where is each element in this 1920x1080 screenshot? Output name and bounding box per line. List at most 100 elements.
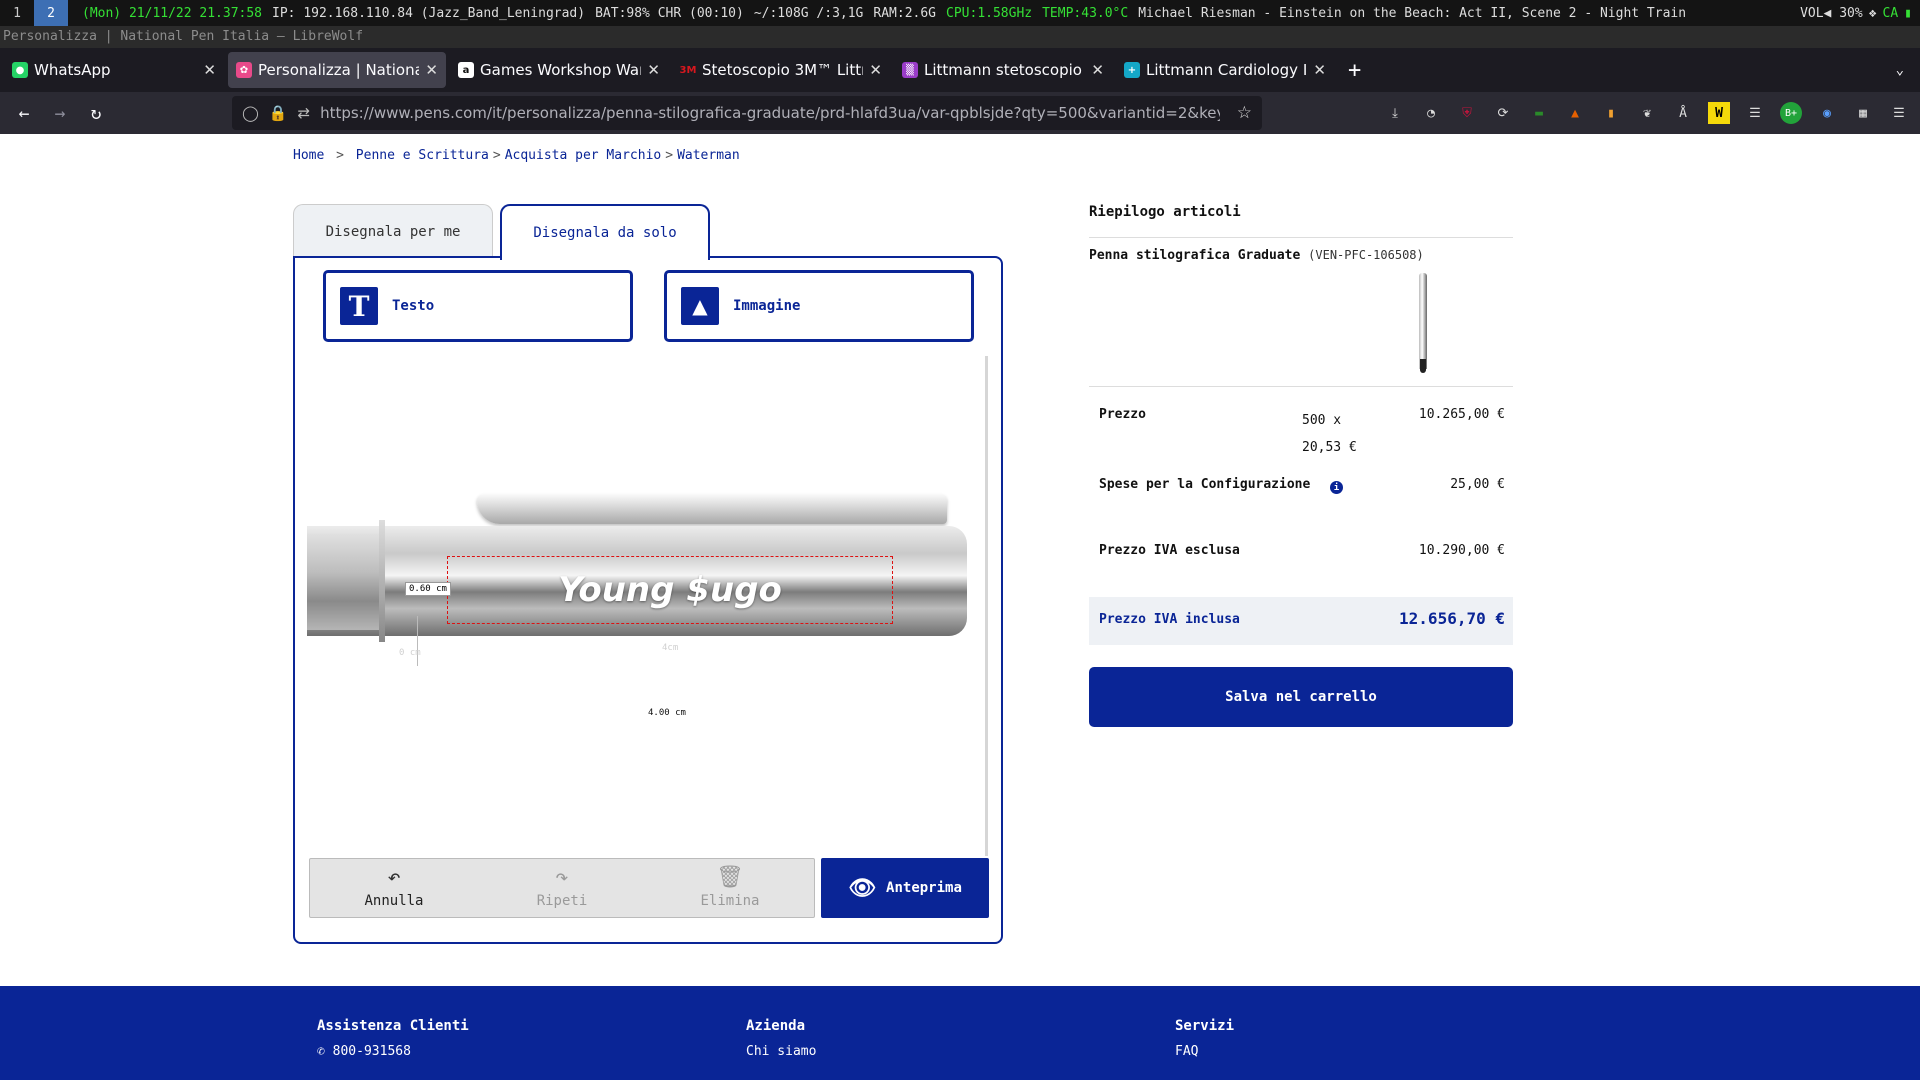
reload-icon[interactable]: ↻ [78,103,114,124]
tab-design-for-me[interactable]: Disegnala per me [293,204,493,258]
price-excl-vat-value: 10.290,00 € [1418,543,1505,558]
menu-icon[interactable]: ☰ [1888,102,1910,124]
system-status-bar: 1 2 (Mon) 21/11/22 21.37:58 IP: 192.168.… [0,0,1920,26]
dropbox-icon[interactable]: ❖ [1869,6,1877,21]
add-image-button[interactable]: ▲ Immagine [664,270,974,342]
address-bar[interactable]: ◯ 🔒 ⇄ https://www.pens.com/it/personaliz… [232,96,1262,130]
tab-title: Littmann Cardiology IV 61 [1146,61,1308,79]
undo-button[interactable]: ↶ Annulla [334,859,454,917]
ip-address: IP: 192.168.110.84 (Jazz_Band_Leningrad) [272,5,586,21]
add-text-button[interactable]: T Testo [323,270,633,342]
footer-company-title: Azienda [746,1018,806,1034]
tab-games-workshop[interactable]: a Games Workshop Warham ✕ [450,52,668,88]
redo-icon: ↷ [555,865,569,890]
extension-grid-icon[interactable]: ▦ [1852,102,1874,124]
new-tab-icon[interactable]: + [1348,58,1361,83]
footer-about-link[interactable]: Chi siamo [746,1044,816,1059]
workspace-1[interactable]: 1 [0,0,34,26]
extension-globe-icon[interactable]: ◉ [1816,102,1838,124]
bookmark-star-icon[interactable]: ☆ [1237,103,1252,123]
tab-design-yourself[interactable]: Disegnala da solo [500,204,710,260]
permissions-icon[interactable]: ⇄ [297,104,310,122]
extension-clock-icon[interactable]: ◔ [1420,102,1442,124]
tab-littmann-cardiology[interactable]: + Littmann Cardiology IV 61 ✕ [1116,52,1334,88]
tab-title: Personalizza | National Pen [258,61,420,79]
extension-green-icon[interactable]: ▬ [1528,102,1550,124]
breadcrumb-waterman[interactable]: Waterman [677,148,740,163]
ram-usage: RAM:2.6G [873,5,937,21]
quantity-unit-price: 500 x 20,53 € [1302,407,1357,461]
lock-icon[interactable]: 🔒 [269,104,288,122]
footer-faq-link[interactable]: FAQ [1175,1044,1234,1059]
product-code: (VEN-PFC-106508) [1308,248,1424,262]
preview-button[interactable]: 👁 Anteprima [821,858,989,918]
url-text[interactable]: https://www.pens.com/it/personalizza/pen… [320,104,1220,122]
add-image-label: Immagine [733,298,801,314]
chevron-right-icon: > [328,148,352,163]
product-name: Penna stilografica Graduate (VEN-PFC-106… [1089,248,1513,263]
download-icon[interactable]: ⤓ [1384,102,1406,124]
footer-phone[interactable]: ✆ 800-931568 [317,1044,469,1059]
extension-feather-icon[interactable]: ❦ [1636,102,1658,124]
keyboard-layout[interactable]: CA [1883,6,1899,21]
product-thumbnail [1089,263,1513,387]
shield-icon[interactable]: ◯ [242,104,259,122]
close-tab-icon[interactable]: ✕ [869,61,882,79]
preview-label: Anteprima [886,880,962,896]
footer-services-title: Servizi [1175,1018,1235,1034]
close-tab-icon[interactable]: ✕ [1091,61,1104,79]
back-icon[interactable]: ← [6,103,42,124]
close-tab-icon[interactable]: ✕ [647,61,660,79]
cpu-freq: CPU:1.58GHz [946,5,1033,21]
ublock-icon[interactable]: ⛨ [1456,102,1478,124]
tab-title: Games Workshop Warham [480,61,641,79]
tab-stetoscopio-3m[interactable]: 3M Stetoscopio 3M™ Littman ✕ [672,52,890,88]
extension-refresh-icon[interactable]: ⟳ [1492,102,1514,124]
littmann-icon: ▒ [902,62,918,78]
tab-whatsapp[interactable]: ● WhatsApp ✕ [4,52,224,88]
extension-fox-icon[interactable]: ▲ [1564,102,1586,124]
pen-thumbnail-body [1419,273,1427,369]
temperature: TEMP:43.0°C [1042,5,1129,21]
now-playing: Michael Riesman - Einstein on the Beach:… [1138,5,1687,21]
redo-button[interactable]: ↷ Ripeti [502,859,622,917]
price-excl-vat-row: Prezzo IVA esclusa 10.290,00 € [1089,543,1513,597]
imprint-text[interactable]: Young $ugo [558,570,782,610]
footer-customer-service: Assistenza Clienti ✆ 800-931568 [317,1018,469,1059]
pen-preview-canvas[interactable]: Young $ugo 0.60 cm 0 cm 4cm 4.00 cm [307,356,985,856]
breadcrumb-marchio[interactable]: Acquista per Marchio [505,148,662,163]
tab-personalizza[interactable]: ✿ Personalizza | National Pen ✕ [228,52,446,88]
close-tab-icon[interactable]: ✕ [1313,61,1326,79]
extension-a-icon[interactable]: Å [1672,102,1694,124]
list-all-tabs-icon[interactable]: ⌄ [1896,62,1904,78]
window-title: Personalizza | National Pen Italia — Lib… [0,26,1920,48]
workspace-2[interactable]: 2 [34,0,68,26]
edit-toolbar: ↶ Annulla ↷ Ripeti 🗑 Elimina [309,858,815,918]
volume[interactable]: VOL◀ 30% [1800,6,1863,21]
close-tab-icon[interactable]: ✕ [203,61,216,79]
extension-bottle-icon[interactable]: ▮ [1600,102,1622,124]
pen-end-image [307,534,381,630]
save-to-cart-button[interactable]: Salva nel carrello [1089,667,1513,727]
forward-icon[interactable]: → [42,103,78,124]
navigation-bar: ← → ↻ ◯ 🔒 ⇄ https://www.pens.com/it/pers… [0,92,1920,134]
setup-fee-row: Spese per la Configurazione i 25,00 € [1089,477,1513,543]
order-summary: Riepilogo articoli Penna stilografica Gr… [1089,204,1513,727]
breadcrumb-penne[interactable]: Penne e Scrittura [356,148,489,163]
breadcrumb-home[interactable]: Home [293,148,324,163]
canvas-scrollbar[interactable] [985,356,988,856]
eye-icon: 👁 [848,875,877,901]
whatsapp-icon: ● [12,62,28,78]
extension-bplus-icon[interactable]: B+ [1780,102,1802,124]
quantity-line: 500 x [1302,413,1342,428]
delete-button[interactable]: 🗑 Elimina [670,859,790,917]
print-area-box[interactable]: Young $ugo [447,556,893,624]
tab-littmann-stetoscopio[interactable]: ▒ Littmann stetoscopio Card ✕ [894,52,1112,88]
price-incl-vat-row: Prezzo IVA inclusa 12.656,70 € [1089,597,1513,645]
extension-w-icon[interactable]: W [1708,102,1730,124]
pen-clip-image [477,494,947,524]
pen-cap-edge [379,520,385,642]
extension-bars-icon[interactable]: ☰ [1744,102,1766,124]
close-tab-icon[interactable]: ✕ [425,61,438,79]
info-icon[interactable]: i [1330,481,1343,494]
